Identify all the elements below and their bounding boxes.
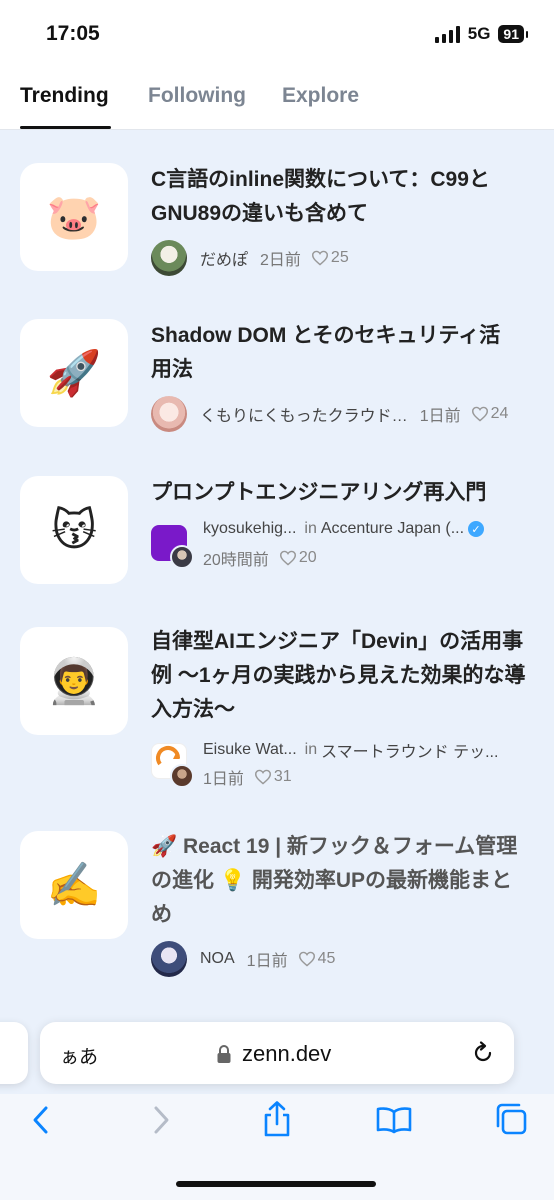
article-emoji-thumbnail[interactable]: 🐷 (20, 163, 128, 271)
article-title[interactable]: Shadow DOM とそのセキュリティ活 用法 (151, 319, 536, 387)
published-date: 1日前 (419, 408, 461, 425)
share-icon[interactable] (261, 1100, 293, 1138)
battery-icon: 91 (498, 25, 528, 43)
article-emoji-thumbnail[interactable]: 😽 (20, 476, 128, 584)
author-avatar[interactable] (151, 941, 187, 977)
lock-icon (217, 1045, 231, 1063)
published-date: 2日前 (260, 252, 301, 269)
tab-following[interactable]: Following (148, 84, 246, 108)
heart-icon (254, 769, 271, 785)
article-meta: だめぽ 2日前 25 (151, 240, 349, 276)
status-indicators: 5G 91 (434, 24, 528, 44)
author-name[interactable]: kyosukehig... (203, 520, 296, 538)
published-date: 1日前 (203, 771, 244, 788)
author-avatar[interactable] (170, 764, 194, 788)
bookmarks-icon[interactable] (376, 1106, 412, 1134)
heart-icon (279, 550, 296, 566)
article-emoji-thumbnail[interactable]: 🚀 (20, 319, 128, 427)
previous-tab-preview[interactable] (0, 1022, 28, 1084)
article-meta: Eisuke Wat... in スマートラウンド テッ... (203, 738, 498, 762)
article-meta: くもりにくもったクラウド… 1日前 24 (151, 396, 536, 432)
article-stats: 1日前 31 (203, 765, 292, 789)
text-size-button[interactable]: ぁあ (60, 1042, 98, 1069)
article-title[interactable]: C言語のinline関数について：C99と GNU89の違いも含めて (151, 163, 536, 231)
author-name[interactable]: くもりにくもったクラウド… (200, 402, 408, 426)
author-avatar[interactable] (151, 396, 187, 432)
verified-icon: ✓ (468, 521, 485, 537)
author-name[interactable]: Eisuke Wat... (203, 741, 297, 759)
publication-name[interactable]: スマートラウンド テッ... (321, 738, 498, 762)
author-avatar[interactable] (170, 545, 194, 569)
reload-icon[interactable] (470, 1040, 496, 1066)
like-count: 20 (279, 549, 317, 567)
like-count: 24 (471, 405, 508, 423)
article-stats: 20時間前 20 (203, 546, 317, 570)
article-meta: NOA 1日前 45 (151, 941, 335, 977)
heart-icon (311, 250, 328, 266)
tabs-icon[interactable] (494, 1102, 528, 1136)
article-title[interactable]: プロンプトエンジニアリング再入門 (151, 476, 536, 510)
back-icon[interactable] (28, 1104, 54, 1136)
signal-icon (434, 25, 460, 43)
feed-tabs: Trending Following Explore (0, 72, 554, 130)
like-count: 31 (254, 768, 292, 786)
tab-trending[interactable]: Trending (20, 84, 109, 108)
article-title[interactable]: 🚀 React 19 | 新フック＆フォーム管理 の進化 💡 開発効率UPの最新… (151, 830, 536, 932)
article-emoji-thumbnail[interactable]: ✍️ (20, 831, 128, 939)
tab-explore[interactable]: Explore (282, 84, 359, 108)
publication-name[interactable]: Accenture Japan (... (321, 520, 464, 538)
like-count: 45 (298, 950, 335, 968)
article-meta: kyosukehig... in Accenture Japan (... ✓ (203, 520, 485, 538)
in-label: in (304, 520, 317, 537)
url-text: zenn.dev (242, 1041, 332, 1066)
address-bar[interactable]: ぁあ zenn.dev (40, 1022, 514, 1084)
article-emoji-thumbnail[interactable]: 👨‍🚀 (20, 627, 128, 735)
published-date: 1日前 (246, 953, 288, 970)
active-tab-indicator (20, 126, 111, 129)
article-title[interactable]: 自律型AIエンジニア「Devin」の活用事 例 〜1ヶ月の実践から見えた効果的な… (151, 625, 536, 727)
in-label: in (304, 741, 318, 758)
author-avatar[interactable] (151, 240, 187, 276)
url-display[interactable]: zenn.dev (216, 1041, 331, 1067)
author-name[interactable]: NOA (200, 950, 235, 968)
heart-icon (471, 406, 488, 422)
like-count: 25 (311, 249, 349, 267)
forward-icon[interactable] (148, 1104, 174, 1136)
home-indicator (176, 1181, 376, 1187)
author-name[interactable]: だめぽ (200, 246, 248, 270)
network-type: 5G (467, 24, 491, 43)
published-date: 20時間前 (203, 552, 269, 569)
heart-icon (298, 951, 315, 967)
status-time: 17:05 (46, 22, 100, 45)
status-bar: 17:05 5G 91 (0, 0, 554, 72)
